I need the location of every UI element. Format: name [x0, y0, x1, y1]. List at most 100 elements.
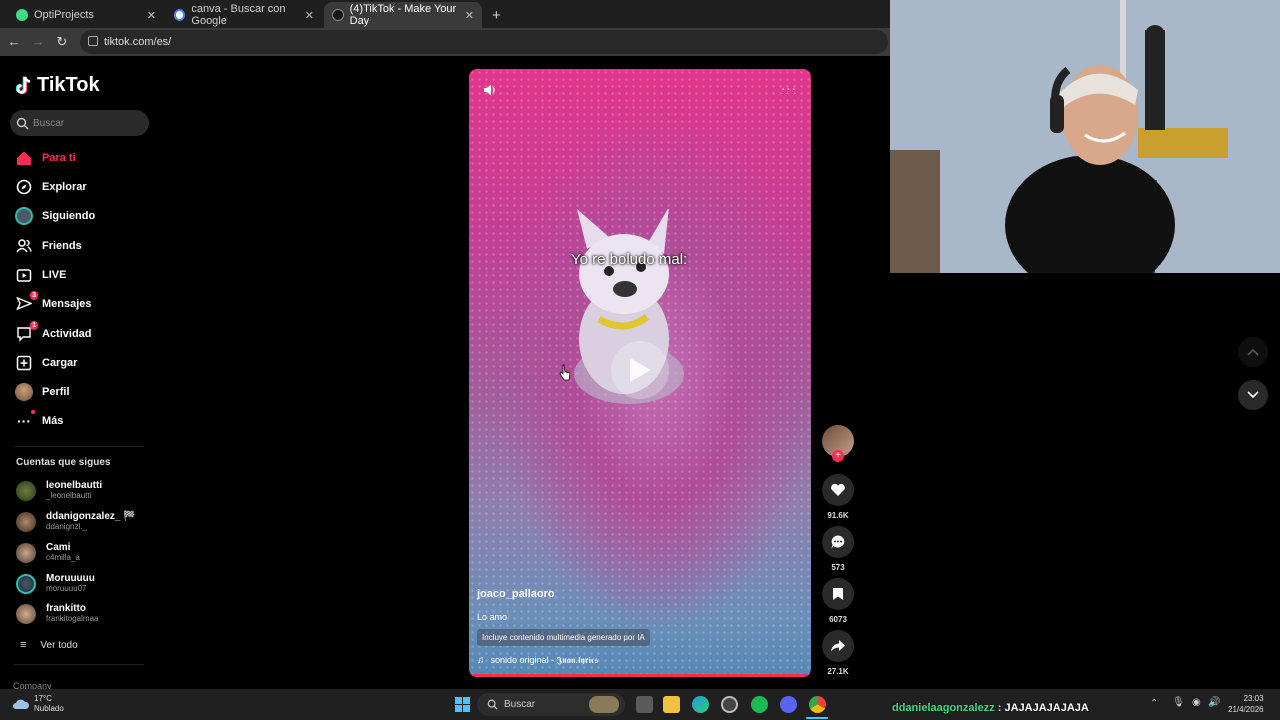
activity-icon: 1 [15, 321, 38, 343]
paper-plane-icon: 3 [15, 291, 38, 313]
play-button[interactable] [611, 341, 669, 399]
comment-button[interactable] [822, 526, 854, 558]
edge-icon[interactable] [692, 696, 709, 713]
close-tab-icon[interactable]: ✕ [305, 9, 314, 22]
following-handle: ddanignzl._ [46, 522, 87, 531]
volume-icon[interactable]: 🔊 [1208, 697, 1220, 708]
play-icon [630, 358, 651, 382]
video-progress-fill [469, 674, 808, 677]
google-favicon-icon [174, 9, 186, 21]
save-button[interactable] [822, 578, 854, 610]
sidebar-item-explorar[interactable]: Explorar [15, 178, 87, 196]
previous-video-button[interactable] [1238, 337, 1268, 367]
chevron-down-icon [1247, 391, 1259, 399]
discord-icon[interactable] [780, 696, 797, 713]
url-input[interactable]: tiktok.com/es/ [80, 30, 888, 54]
sidebar-item-perfil[interactable]: Perfil [15, 383, 70, 401]
following-item[interactable]: frankitto frankitogalmaa [16, 603, 98, 624]
save-action[interactable]: 6073 [822, 578, 854, 624]
video-author[interactable]: joaco_pallaoro [477, 588, 555, 600]
task-view-icon[interactable] [636, 696, 653, 713]
sidebar-item-live[interactable]: LIVE [15, 266, 66, 284]
sidebar-item-label: Explorar [42, 181, 87, 193]
wifi-icon[interactable]: ◉ [1192, 697, 1201, 708]
sidebar-item-para-ti[interactable]: Para ti [15, 149, 76, 167]
following-name: Moruuuuu [46, 573, 95, 584]
sidebar-item-label: Más [42, 415, 64, 427]
comment-action[interactable]: 573 [822, 526, 854, 572]
video-player[interactable]: Yo re boludo mal: ··· joaco_pallaoro Lo … [469, 69, 811, 677]
music-note-icon: ♫ [477, 655, 485, 666]
sidebar-item-mas[interactable]: ··· Más [15, 410, 64, 430]
spotify-icon[interactable] [751, 696, 768, 713]
share-arrow-icon [831, 640, 845, 652]
sidebar-item-label: Para ti [42, 152, 76, 164]
sidebar-item-friends[interactable]: Friends [15, 237, 82, 255]
site-info-icon[interactable] [88, 36, 98, 46]
tab-optiprojects[interactable]: OptiProjects ✕ [8, 2, 164, 28]
avatar [16, 511, 36, 532]
windows-logo-icon [455, 697, 470, 712]
volume-button[interactable] [483, 83, 497, 100]
chrome-icon[interactable] [809, 696, 826, 713]
following-item[interactable]: Cami c4milla_a [16, 542, 80, 563]
close-tab-icon[interactable]: ✕ [147, 9, 156, 22]
new-tab-button[interactable]: + [484, 2, 504, 28]
following-avatar-icon [15, 207, 33, 225]
search-placeholder: Buscar [33, 117, 65, 129]
microphone-icon[interactable]: 🎙 [1172, 697, 1185, 708]
sidebar-item-label: LIVE [42, 269, 67, 281]
avatar [16, 603, 36, 624]
chat-text: : JAJAJAJAJAJA [994, 702, 1089, 714]
search-icon [487, 699, 498, 710]
comment-icon [831, 535, 845, 549]
like-button[interactable] [822, 474, 854, 506]
search-input[interactable]: Buscar [10, 110, 149, 136]
share-button[interactable] [822, 630, 854, 662]
compass-icon [15, 178, 33, 196]
tray-chevron-up-icon[interactable]: ⌃ [1150, 698, 1158, 709]
share-action[interactable]: 27.1K [822, 630, 854, 676]
streamer-webcam-image [890, 0, 1280, 273]
weather-widget[interactable]: 17°C Nublado [12, 694, 64, 714]
sidebar-item-siguiendo[interactable]: Siguiendo [15, 207, 95, 225]
bookmark-icon [833, 588, 843, 600]
active-app-indicator [806, 717, 828, 719]
taskbar-search-input[interactable]: Buscar [477, 693, 625, 716]
sidebar-item-actividad[interactable]: 1 Actividad [15, 321, 92, 343]
more-options-icon[interactable]: ··· [781, 81, 797, 96]
search-highlight-icon [589, 696, 619, 713]
sidebar-item-cargar[interactable]: Cargar [15, 354, 77, 372]
tab-canva-search[interactable]: canva - Buscar con Google ✕ [166, 2, 322, 28]
see-all-link[interactable]: ≡ Ver todo [20, 639, 78, 651]
ai-content-label: Incluye contenido multimedia generado po… [477, 629, 650, 646]
weather-desc: Nublado [34, 704, 64, 713]
tiktok-favicon-icon [332, 9, 344, 21]
home-icon [15, 149, 33, 167]
system-clock[interactable]: 23:03 21/4/2026 [1228, 693, 1264, 715]
close-tab-icon[interactable]: ✕ [465, 9, 474, 22]
file-explorer-icon[interactable] [663, 696, 680, 713]
following-item[interactable]: ddanigonzalez_ 🏁 ddanignzl._ [16, 511, 136, 532]
following-item[interactable]: leonelbautti _leonelbautti [16, 480, 102, 501]
back-icon[interactable]: ← [6, 34, 22, 50]
speaker-icon [484, 84, 495, 96]
logo-text: TikTok [37, 74, 100, 96]
list-icon: ≡ [20, 639, 27, 651]
heart-icon [831, 483, 845, 496]
tiktok-logo[interactable]: TikTok [16, 74, 100, 97]
sidebar-item-mensajes[interactable]: 3 Mensajes [15, 291, 92, 313]
steam-icon[interactable] [721, 696, 738, 713]
like-action[interactable]: 91.6K [822, 474, 854, 520]
sidebar-item-label: Actividad [42, 328, 92, 340]
following-item[interactable]: Moruuuuu moruuuu07 [16, 573, 95, 594]
tab-tiktok[interactable]: (4)TikTok - Make Your Day ✕ [324, 2, 482, 28]
start-button[interactable] [455, 697, 470, 717]
next-video-button[interactable] [1238, 380, 1268, 410]
sound-label: sonido original - 𝕵𝖚𝖆𝖓.𝖑𝖞𝖗𝖎𝖈𝖘 [490, 655, 599, 665]
reload-icon[interactable]: ↻ [54, 34, 70, 50]
follow-plus-button[interactable]: + [832, 450, 844, 462]
sound-link[interactable]: ♫ sonido original - 𝕵𝖚𝖆𝖓.𝖑𝖞𝖗𝖎𝖈𝖘 [477, 655, 598, 666]
video-progress-bar[interactable] [469, 674, 811, 677]
forward-icon[interactable]: → [30, 34, 46, 50]
